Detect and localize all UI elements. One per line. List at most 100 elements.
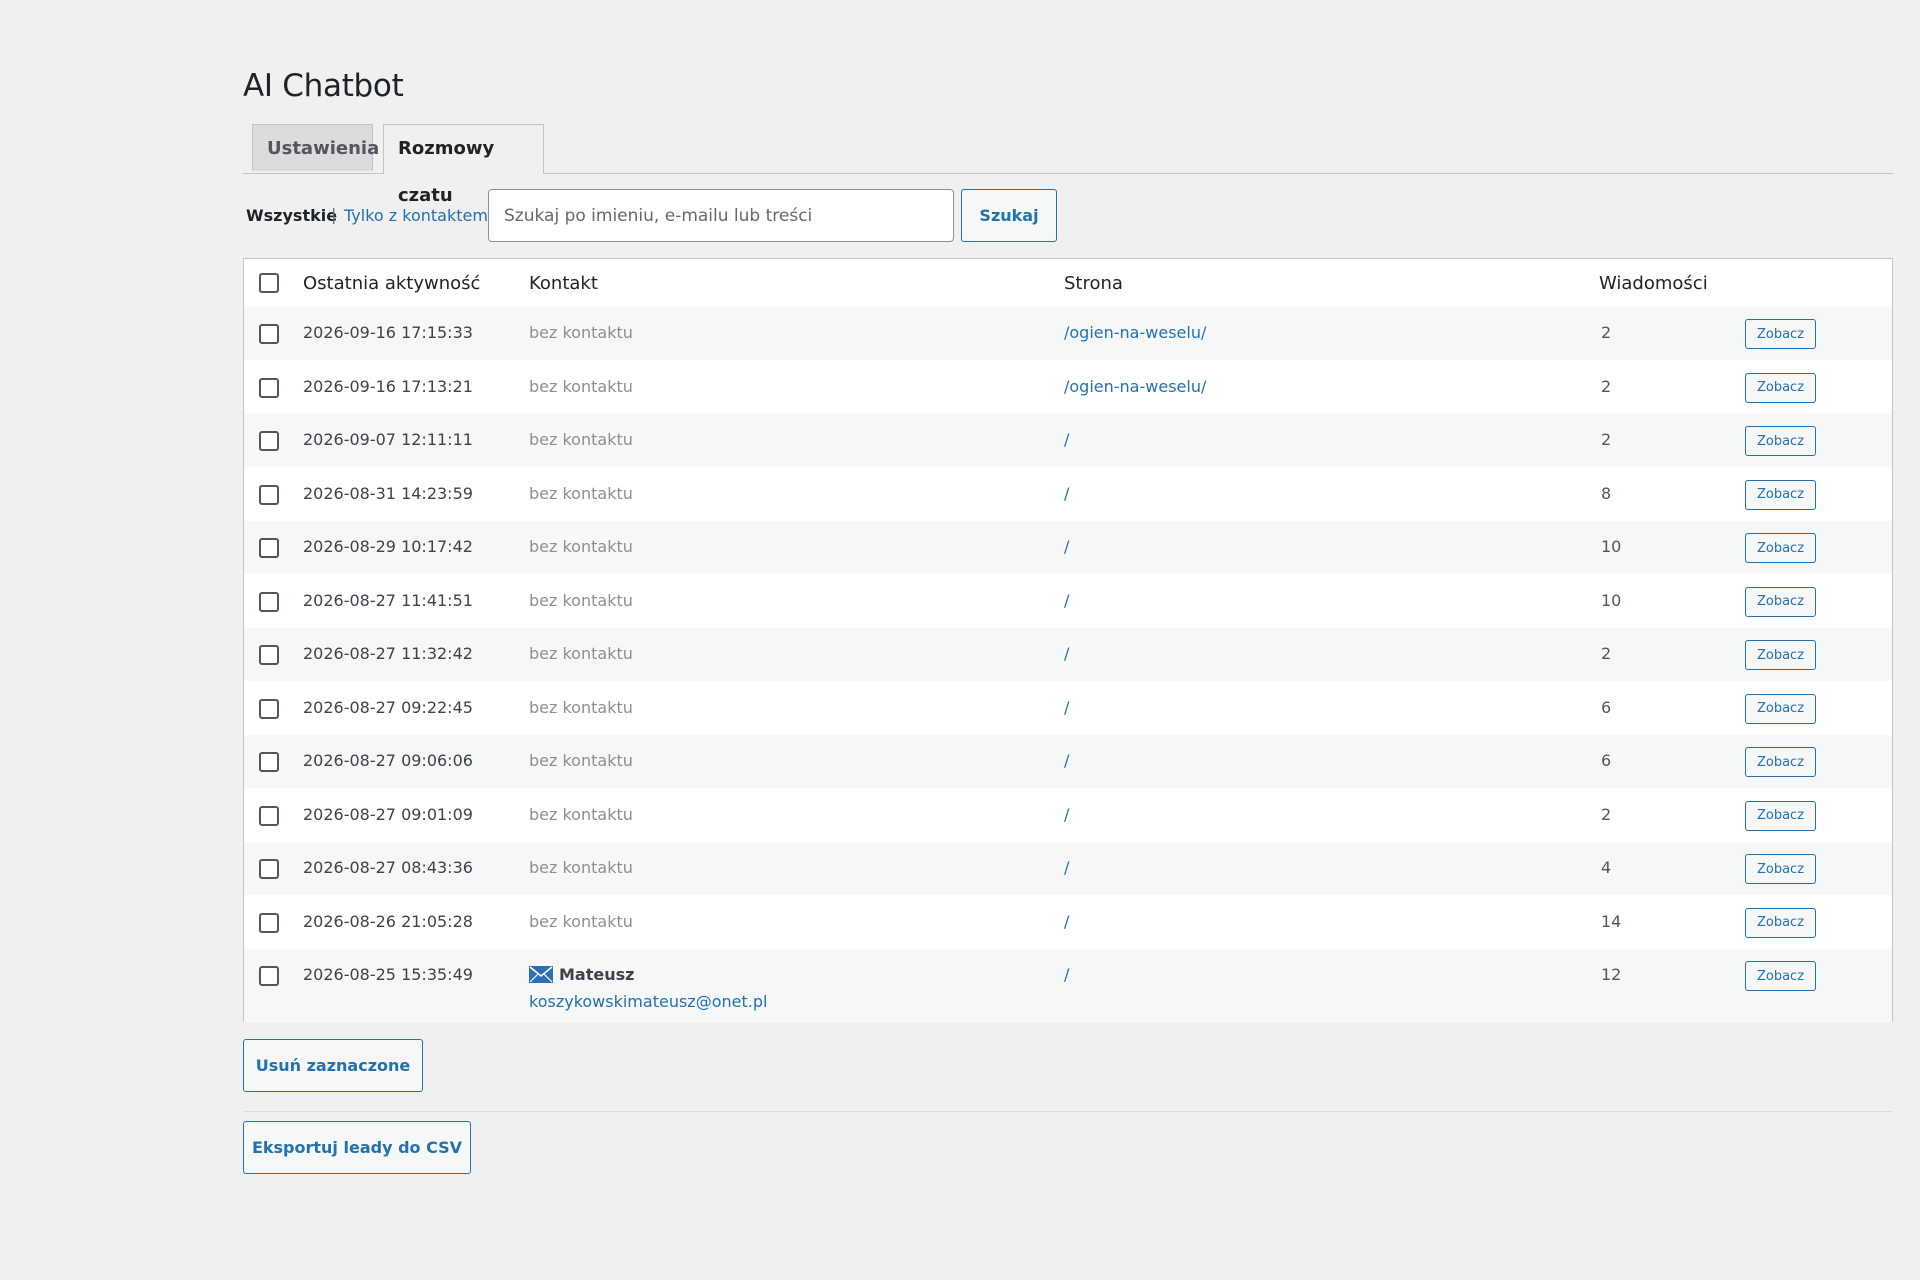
row-contact: bez kontaktu — [529, 644, 633, 663]
row-checkbox[interactable] — [259, 484, 279, 505]
row-checkbox[interactable] — [259, 752, 279, 772]
table-row: 2026-08-27 09:22:45 bez kontaktu / 6 Zobacz — [244, 682, 1892, 735]
row-message-count: 12 — [1601, 965, 1622, 984]
select-all-checkbox[interactable] — [259, 273, 279, 293]
row-page-link[interactable]: / — [1064, 644, 1069, 663]
contact-email-link[interactable]: koszykowskimateusz@onet.pl — [529, 992, 767, 1011]
row-message-count: 8 — [1601, 483, 1612, 503]
row-page-link[interactable]: / — [1064, 430, 1069, 449]
page-title: AI Chatbot — [243, 68, 404, 104]
row-date: 2026-08-27 11:32:42 — [303, 644, 473, 663]
row-date: 2026-08-25 15:35:49 — [303, 965, 473, 984]
view-button[interactable]: Zobacz — [1745, 372, 1816, 403]
row-date: 2026-08-27 09:06:06 — [303, 751, 473, 770]
view-button[interactable]: Zobacz — [1745, 426, 1816, 456]
filter-bar: Wszystkie | Tylko z kontaktem Szukaj — [243, 189, 1893, 243]
filter-all-link[interactable]: Wszystkie — [246, 206, 337, 225]
delete-selected-button[interactable]: Usuń zaznaczone — [243, 1039, 423, 1092]
row-page-link[interactable]: / — [1064, 912, 1069, 931]
row-message-count: 2 — [1601, 323, 1612, 342]
table-row: 2026-09-16 17:15:33 bez kontaktu/ogien-na… — [244, 307, 1892, 360]
row-message-count: 6 — [1601, 697, 1612, 717]
view-button[interactable]: Zobacz — [1745, 586, 1816, 617]
row-contact: bez kontaktu — [529, 858, 633, 877]
table-row: 2026-08-27 11:32:42 bez kontaktu / 2 Zobacz — [244, 628, 1892, 681]
row-date: 2026-09-16 17:15:33 — [303, 323, 473, 342]
row-date: 2026-08-31 14:23:59 — [303, 483, 473, 503]
row-checkbox[interactable] — [259, 912, 279, 933]
row-checkbox[interactable] — [259, 538, 279, 558]
row-checkbox[interactable] — [259, 859, 279, 879]
filter-with-contact-link[interactable]: Tylko z kontaktem — [344, 206, 488, 225]
view-button[interactable]: Zobacz — [1745, 693, 1816, 724]
row-checkbox[interactable] — [259, 431, 279, 451]
column-header-last-activity: Ostatnia aktywność — [303, 273, 481, 294]
tab-settings[interactable]: Ustawienia — [252, 124, 379, 171]
row-message-count: 2 — [1601, 376, 1612, 396]
row-page-link[interactable]: / — [1064, 591, 1069, 610]
row-date: 2026-08-27 08:43:36 — [303, 858, 473, 877]
table-row: 2026-08-25 15:35:49 Mateusz koszykowskim… — [244, 949, 1892, 1023]
table-row: 2026-08-26 21:05:28 bez kontaktu / 14 Zobacz — [244, 896, 1892, 949]
view-button[interactable]: Zobacz — [1745, 319, 1816, 349]
export-csv-button[interactable]: Eksportuj leady do CSV — [243, 1121, 471, 1174]
row-message-count: 14 — [1601, 911, 1622, 931]
view-button[interactable]: Zobacz — [1745, 533, 1816, 563]
row-page-link[interactable]: /ogien-na-weselu/ — [1064, 323, 1206, 342]
conversations-table: Ostatnia aktywność Kontakt Strona Wiadom… — [243, 258, 1893, 1023]
row-message-count: 10 — [1601, 590, 1622, 610]
row-checkbox[interactable] — [259, 377, 279, 398]
row-page-link[interactable]: / — [1064, 965, 1069, 984]
search-button[interactable]: Szukaj — [961, 189, 1057, 242]
view-button[interactable]: Zobacz — [1745, 907, 1816, 938]
row-checkbox[interactable] — [259, 805, 279, 826]
search-input[interactable] — [488, 189, 954, 242]
row-checkbox[interactable] — [259, 966, 279, 986]
table-row: 2026-08-29 10:17:42 bez kontaktu / 10 Zobacz — [244, 521, 1892, 574]
row-contact: bez kontaktu — [529, 804, 633, 824]
view-button[interactable]: Zobacz — [1745, 854, 1816, 884]
row-page-link[interactable]: / — [1064, 858, 1069, 877]
view-button[interactable]: Zobacz — [1745, 479, 1816, 510]
row-message-count: 4 — [1601, 858, 1612, 877]
view-button[interactable]: Zobacz — [1745, 747, 1816, 777]
view-button[interactable]: Zobacz — [1745, 640, 1816, 670]
tab-chat-conversations[interactable]: Rozmowy czatu — [383, 124, 544, 206]
row-message-count: 2 — [1601, 804, 1612, 824]
row-contact: bez kontaktu — [529, 430, 633, 449]
row-contact: bez kontaktu — [529, 323, 633, 342]
table-row: 2026-08-27 11:41:51 bez kontaktu / 10 Zobacz — [244, 575, 1892, 628]
row-checkbox[interactable] — [259, 698, 279, 719]
row-date: 2026-08-27 09:22:45 — [303, 697, 473, 717]
divider — [243, 1111, 1893, 1112]
row-date: 2026-08-27 09:01:09 — [303, 804, 473, 824]
row-date: 2026-08-26 21:05:28 — [303, 911, 473, 931]
row-page-link[interactable]: / — [1064, 484, 1069, 503]
row-page-link[interactable]: / — [1064, 537, 1069, 556]
row-checkbox[interactable] — [259, 645, 279, 665]
row-page-link[interactable]: / — [1064, 698, 1069, 717]
row-message-count: 10 — [1601, 537, 1622, 556]
column-header-messages: Wiadomości — [1599, 273, 1708, 294]
row-page-link[interactable]: /ogien-na-weselu/ — [1064, 377, 1206, 396]
row-contact: bez kontaktu — [529, 911, 633, 931]
view-button[interactable]: Zobacz — [1745, 961, 1816, 991]
row-date: 2026-09-07 12:11:11 — [303, 430, 473, 449]
column-header-contact: Kontakt — [529, 273, 598, 294]
filter-separator: | — [331, 205, 337, 224]
row-contact: bez kontaktu — [529, 751, 633, 770]
contact-name: Mateusz — [529, 965, 634, 984]
table-row: 2026-08-27 08:43:36 bez kontaktu / 4 Zobacz — [244, 842, 1892, 895]
row-contact: bez kontaktu — [529, 483, 633, 503]
row-page-link[interactable]: / — [1064, 751, 1069, 770]
row-message-count: 2 — [1601, 644, 1612, 663]
row-contact: bez kontaktu — [529, 537, 633, 556]
row-checkbox[interactable] — [259, 324, 279, 344]
row-contact: bez kontaktu — [529, 697, 633, 717]
row-date: 2026-09-16 17:13:21 — [303, 376, 473, 396]
row-checkbox[interactable] — [259, 591, 279, 612]
row-contact: bez kontaktu — [529, 376, 633, 396]
row-page-link[interactable]: / — [1064, 805, 1069, 824]
table-row: 2026-09-07 12:11:11 bez kontaktu / 2 Zobacz — [244, 414, 1892, 467]
view-button[interactable]: Zobacz — [1745, 800, 1816, 831]
